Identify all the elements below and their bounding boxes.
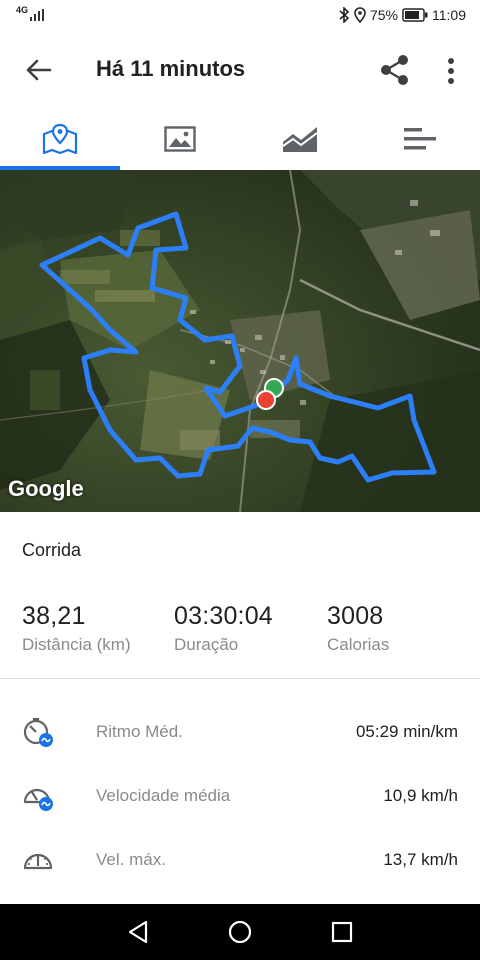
metric-distance: 38,21 Distância (km) [22, 602, 131, 655]
metric-value: 3008 [327, 602, 384, 630]
image-icon [164, 126, 196, 152]
back-arrow-icon[interactable] [18, 52, 58, 88]
tab-splits[interactable] [360, 108, 480, 170]
satellite-map-image [0, 170, 480, 512]
app-bar: Há 11 minutos [0, 32, 480, 108]
metric-label: Duração [174, 635, 239, 654]
bluetooth-icon [339, 7, 350, 23]
share-icon[interactable] [376, 50, 414, 90]
stat-label: Ritmo Méd. [96, 722, 183, 741]
stat-value: 05:29 min/km [355, 722, 458, 741]
location-icon [354, 7, 366, 23]
google-logo: Google [8, 476, 84, 501]
stat-row-avg-speed: Velocidade média 10,9 km/h [0, 766, 480, 826]
battery-percent: 75% [369, 7, 398, 23]
stat-row-max-speed: Vel. máx. 13,7 km/h [0, 830, 480, 890]
stat-value: 10,9 km/h [383, 786, 458, 805]
metric-calories: 3008 Calorias [327, 602, 389, 655]
nav-back-icon[interactable] [124, 918, 152, 946]
pace-timer-icon [23, 718, 53, 747]
metric-label: Distância (km) [22, 635, 131, 654]
metric-value: 03:30:04 [174, 602, 273, 630]
status-bar: 4G 75% 11:09 [0, 0, 480, 32]
speedometer-icon [23, 853, 53, 870]
signal-icon [30, 9, 44, 21]
route-map[interactable]: Google [0, 170, 480, 512]
area-chart-icon [282, 127, 318, 152]
stat-label: Velocidade média [96, 786, 231, 805]
end-marker [256, 390, 276, 410]
stat-label: Vel. máx. [96, 850, 166, 869]
map-pin-icon [42, 123, 78, 155]
metric-duration: 03:30:04 Duração [174, 602, 273, 655]
bar-list-icon [404, 128, 436, 150]
battery-icon [402, 8, 428, 22]
system-nav-bar [0, 904, 480, 960]
tab-photos[interactable] [120, 108, 240, 170]
tab-charts[interactable] [240, 108, 360, 170]
page-title: Há 11 minutos [96, 56, 246, 81]
metric-label: Calorias [327, 635, 390, 654]
clock: 11:09 [432, 7, 466, 23]
nav-home-icon[interactable] [226, 918, 254, 946]
stat-value: 13,7 km/h [383, 850, 458, 869]
tab-map[interactable] [0, 108, 120, 170]
stat-row-avg-pace: Ritmo Méd. 05:29 min/km [0, 702, 480, 762]
metric-value: 38,21 [22, 602, 86, 630]
activity-type: Corrida [22, 540, 82, 560]
more-vert-icon[interactable] [438, 52, 464, 90]
nav-recents-icon[interactable] [328, 918, 356, 946]
network-type: 4G [16, 5, 29, 15]
speedometer-avg-icon [23, 788, 53, 811]
tab-bar [0, 108, 480, 170]
divider [0, 678, 480, 679]
